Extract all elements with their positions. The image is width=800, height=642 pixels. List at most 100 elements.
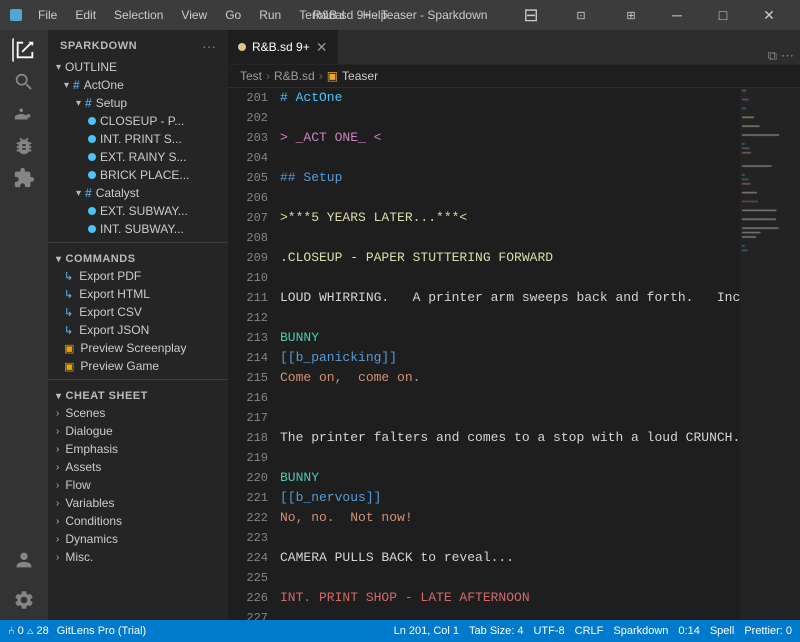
outline-brickplace[interactable]: BRICK PLACE... (48, 166, 228, 184)
cheat-assets[interactable]: › Assets (48, 458, 228, 476)
tab-rbd[interactable]: R&B.sd 9+ ✕ (228, 30, 338, 64)
code-line[interactable] (280, 228, 740, 248)
code-line[interactable] (280, 188, 740, 208)
code-line[interactable]: No, no. Not now! (280, 508, 740, 528)
cmd-export-html[interactable]: ↳ Export HTML (48, 285, 228, 303)
outline-extsubway[interactable]: EXT. SUBWAY... (48, 202, 228, 220)
menu-edit[interactable]: Edit (67, 6, 104, 24)
outline-closeup[interactable]: CLOSEUP - P... (48, 112, 228, 130)
cmd-export-csv[interactable]: ↳ Export CSV (48, 303, 228, 321)
code-line[interactable]: [[b_nervous]] (280, 488, 740, 508)
tab-bar: R&B.sd 9+ ✕ ⧉ ⋯ (228, 30, 800, 65)
commands-section-header[interactable]: ▾ COMMANDS (48, 247, 228, 267)
code-content[interactable]: # ActOne > _ACT ONE_ < ## Setup >***5 YE… (276, 88, 740, 620)
code-line[interactable] (280, 408, 740, 428)
cmd-preview-game[interactable]: ▣ Preview Game (48, 357, 228, 375)
status-prettier[interactable]: Prettier: 0 (744, 625, 792, 637)
breadcrumb-test[interactable]: Test (240, 69, 262, 83)
code-line[interactable] (280, 148, 740, 168)
status-cursor[interactable]: 0:14 (678, 625, 699, 637)
code-line[interactable] (280, 268, 740, 288)
cheat-emphasis[interactable]: › Emphasis (48, 440, 228, 458)
outline-header[interactable]: ▾ OUTLINE (48, 58, 228, 76)
code-line[interactable]: [[b_panicking]] (280, 348, 740, 368)
outline-catalyst[interactable]: ▾ # Catalyst (48, 184, 228, 202)
line-number: 225 (228, 568, 268, 588)
activity-account[interactable] (12, 548, 36, 572)
sidebar-more[interactable]: ··· (202, 38, 216, 54)
outline-setup[interactable]: ▾ # Setup (48, 94, 228, 112)
cmd-export-json[interactable]: ↳ Export JSON (48, 321, 228, 339)
activity-debug[interactable] (12, 134, 36, 158)
outline-actone[interactable]: ▾ # ActOne (48, 76, 228, 94)
actone-arrow: ▾ (64, 80, 69, 91)
code-line[interactable]: > _ACT ONE_ < (280, 128, 740, 148)
sidebar: SPARKDOWN ··· ▾ OUTLINE ▾ # ActOne ▾ # S… (48, 30, 228, 620)
code-line[interactable]: BUNNY (280, 328, 740, 348)
code-line[interactable]: The printer falters and comes to a stop … (280, 428, 740, 448)
status-gitlens[interactable]: GitLens Pro (Trial) (57, 625, 146, 637)
close-button[interactable]: ✕ (746, 0, 792, 30)
commands-arrow: ▾ (56, 254, 62, 265)
code-line[interactable] (280, 568, 740, 588)
code-line[interactable] (280, 528, 740, 548)
cmd-export-csv-label: Export CSV (79, 305, 142, 319)
titlebar: File Edit Selection View Go Run Terminal… (0, 0, 800, 30)
activity-source-control[interactable] (12, 102, 36, 126)
menu-go[interactable]: Go (217, 6, 249, 24)
cheat-misc[interactable]: › Misc. (48, 548, 228, 566)
maximize-button[interactable]: □ (700, 0, 746, 30)
cheat-scenes[interactable]: › Scenes (48, 404, 228, 422)
tab-close-rbd[interactable]: ✕ (316, 39, 328, 56)
activity-search[interactable] (12, 70, 36, 94)
cheat-dialogue[interactable]: › Dialogue (48, 422, 228, 440)
cmd-preview-screenplay[interactable]: ▣ Preview Screenplay (48, 339, 228, 357)
code-line[interactable] (280, 388, 740, 408)
status-lineending[interactable]: CRLF (575, 625, 604, 637)
minimize-button[interactable]: ─ (654, 0, 700, 30)
breadcrumb-rbd[interactable]: R&B.sd (274, 69, 315, 83)
code-line[interactable]: BUNNY (280, 468, 740, 488)
outline-intprint[interactable]: INT. PRINT S... (48, 130, 228, 148)
code-line[interactable]: LOUD WHIRRING. A printer arm sweeps back… (280, 288, 740, 308)
cmd-export-pdf[interactable]: ↳ Export PDF (48, 267, 228, 285)
code-line[interactable]: .CLOSEUP - PAPER STUTTERING FORWARD (280, 248, 740, 268)
activity-explorer[interactable] (12, 38, 36, 62)
breadcrumb-teaser[interactable]: Teaser (342, 69, 378, 83)
more-tabs-icon[interactable]: ⋯ (781, 48, 794, 64)
outline-intsubway[interactable]: INT. SUBWAY... (48, 220, 228, 238)
status-spell[interactable]: Spell (710, 625, 734, 637)
split-editor-icon[interactable]: ⧉ (768, 48, 777, 64)
variables-arrow: › (56, 498, 59, 509)
code-line[interactable]: Come on, come on. (280, 368, 740, 388)
cheatsheet-section-header[interactable]: ▾ CHEAT SHEET (48, 384, 228, 404)
outline-extrainy[interactable]: EXT. RAINY S... (48, 148, 228, 166)
activity-settings[interactable] (12, 588, 36, 612)
cheat-variables[interactable]: › Variables (48, 494, 228, 512)
status-encoding[interactable]: UTF-8 (533, 625, 564, 637)
code-line[interactable]: ## Setup (280, 168, 740, 188)
code-line[interactable] (280, 608, 740, 620)
cheat-flow[interactable]: › Flow (48, 476, 228, 494)
code-line[interactable]: # ActOne (280, 88, 740, 108)
code-line[interactable]: INT. PRINT SHOP - LATE AFTERNOON (280, 588, 740, 608)
cheat-dynamics[interactable]: › Dynamics (48, 530, 228, 548)
menu-run[interactable]: Run (251, 6, 289, 24)
menu-selection[interactable]: Selection (106, 6, 171, 24)
code-line[interactable] (280, 308, 740, 328)
code-editor[interactable]: 2012022032042052062072082092102112122132… (228, 88, 800, 620)
status-language[interactable]: Sparkdown (613, 625, 668, 637)
menu-file[interactable]: File (30, 6, 65, 24)
code-line[interactable] (280, 108, 740, 128)
menu-view[interactable]: View (173, 6, 215, 24)
code-line[interactable]: CAMERA PULLS BACK to reveal... (280, 548, 740, 568)
code-line[interactable]: >***5 YEARS LATER...***< (280, 208, 740, 228)
status-tabsize[interactable]: Tab Size: 4 (469, 625, 523, 637)
cheat-conditions[interactable]: › Conditions (48, 512, 228, 530)
sidebar-title: SPARKDOWN (60, 40, 137, 52)
activity-extensions[interactable] (12, 166, 36, 190)
status-git[interactable]: ⑃ 0 △ 28 (8, 625, 49, 637)
status-position[interactable]: Ln 201, Col 1 (394, 625, 459, 637)
code-line[interactable] (280, 448, 740, 468)
line-number: 215 (228, 368, 268, 388)
